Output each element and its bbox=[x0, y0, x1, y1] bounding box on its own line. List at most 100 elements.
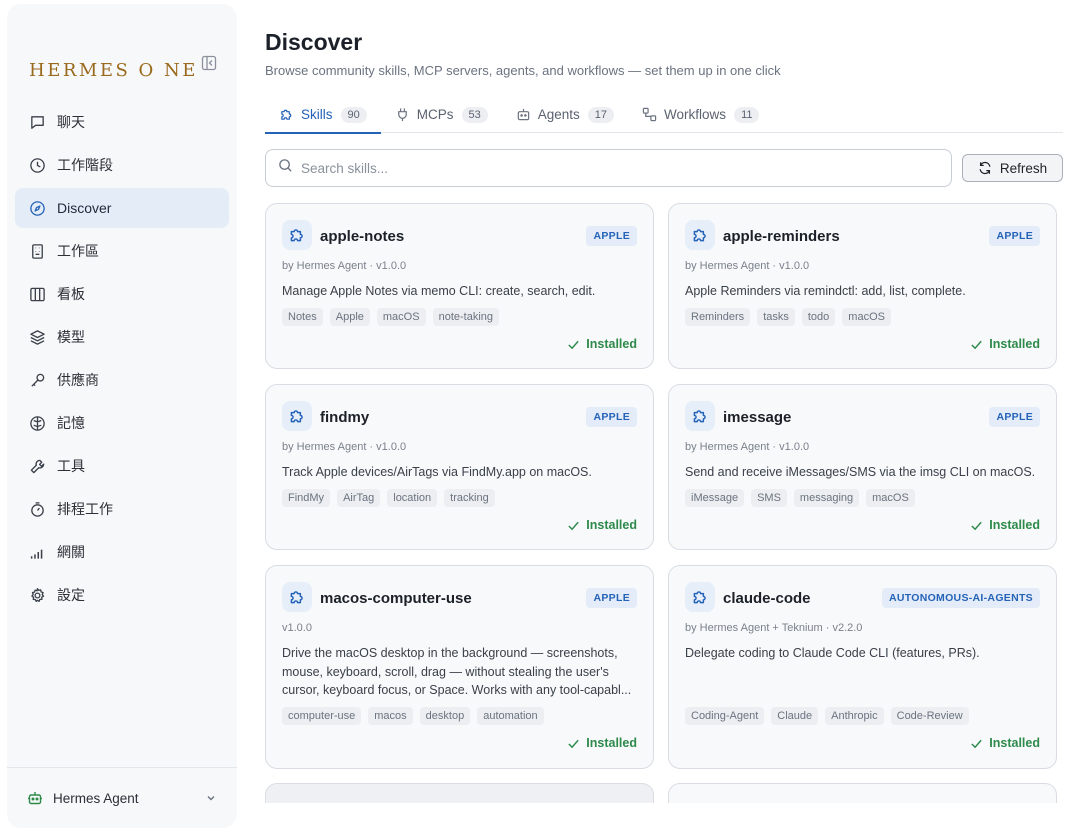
puzzle-icon bbox=[279, 107, 294, 122]
skill-description: Send and receive iMessages/SMS via the i… bbox=[685, 465, 1036, 479]
check-icon bbox=[971, 340, 982, 349]
skill-card-apple-reminders[interactable]: apple-reminders APPLE by Hermes Agent · … bbox=[668, 203, 1057, 369]
page-title: Discover bbox=[265, 29, 363, 55]
robot-icon bbox=[27, 790, 43, 806]
skill-meta: by Hermes Agent · v1.0.0 bbox=[282, 260, 407, 272]
tag: Anthropic bbox=[825, 707, 884, 725]
refresh-label: Refresh bbox=[999, 160, 1048, 176]
tab-agents[interactable]: Agents 17 bbox=[502, 96, 628, 133]
sidebar-item-label: 工具 bbox=[57, 458, 85, 474]
skill-card-apple-notes[interactable]: apple-notes APPLE by Hermes Agent · v1.0… bbox=[265, 203, 654, 369]
sidebar-item-kanban[interactable]: 看板 bbox=[15, 274, 229, 314]
check-icon bbox=[971, 739, 982, 748]
skill-card-findmy[interactable]: findmy APPLE by Hermes Agent · v1.0.0 Tr… bbox=[265, 384, 654, 550]
installed-status: Installed bbox=[567, 518, 637, 532]
installed-status: Installed bbox=[970, 736, 1040, 750]
sidebar-item-sessions[interactable]: 工作階段 bbox=[15, 145, 229, 185]
skill-card-imessage[interactable]: imessage APPLE by Hermes Agent · v1.0.0 … bbox=[668, 384, 1057, 550]
sidebar-item-workspace[interactable]: 工作區 bbox=[15, 231, 229, 271]
tab-workflows[interactable]: Workflows 11 bbox=[628, 96, 773, 133]
kanban-icon bbox=[28, 285, 46, 303]
chat-icon bbox=[28, 113, 46, 131]
puzzle-icon bbox=[685, 582, 715, 612]
puzzle-icon bbox=[282, 220, 312, 250]
skill-card[interactable] bbox=[668, 783, 1057, 803]
gear-icon bbox=[28, 586, 46, 604]
sidebar-item-scheduled-jobs[interactable]: 排程工作 bbox=[15, 489, 229, 529]
tag: Reminders bbox=[685, 308, 751, 326]
installed-status: Installed bbox=[567, 736, 637, 750]
tag: automation bbox=[477, 707, 544, 725]
collapse-sidebar-icon[interactable] bbox=[201, 55, 217, 71]
skill-name: imessage bbox=[723, 409, 792, 426]
tag: SMS bbox=[751, 489, 787, 507]
installed-status: Installed bbox=[970, 518, 1040, 532]
sidebar-item-label: 聊天 bbox=[57, 114, 85, 130]
sidebar-item-discover[interactable]: Discover bbox=[15, 188, 229, 228]
tab-count: 90 bbox=[340, 106, 367, 123]
sidebar-item-models[interactable]: 模型 bbox=[15, 317, 229, 357]
installed-status: Installed bbox=[567, 337, 637, 351]
tag: computer-use bbox=[282, 707, 362, 725]
plug-icon bbox=[395, 107, 410, 122]
tag: messaging bbox=[793, 489, 860, 507]
app-logo: HERMES O NE bbox=[29, 60, 198, 81]
puzzle-icon bbox=[685, 220, 715, 250]
skill-meta: by Hermes Agent · v1.0.0 bbox=[282, 441, 407, 453]
skill-meta: by Hermes Agent · v1.0.0 bbox=[685, 441, 810, 453]
status-label: Installed bbox=[586, 518, 637, 532]
status-label: Installed bbox=[989, 518, 1040, 532]
puzzle-icon bbox=[685, 401, 715, 431]
skills-grid: apple-notes APPLE by Hermes Agent · v1.0… bbox=[265, 203, 1063, 803]
sidebar-item-gateway[interactable]: 網關 bbox=[15, 532, 229, 572]
sidebar-item-chat[interactable]: 聊天 bbox=[15, 102, 229, 142]
sidebar-item-label: Discover bbox=[57, 200, 112, 216]
sidebar-item-memory[interactable]: 記憶 bbox=[15, 403, 229, 443]
skill-card-macos-computer-use[interactable]: macos-computer-use APPLE v1.0.0 Drive th… bbox=[265, 565, 654, 769]
category-tabs: Skills 90 MCPs 53 Agents 17 Workflows 11 bbox=[265, 96, 1063, 134]
tag: AirTag bbox=[337, 489, 381, 507]
search-icon bbox=[278, 158, 293, 178]
tag: macOS bbox=[842, 308, 891, 326]
skill-name: apple-reminders bbox=[723, 228, 840, 245]
tag-list: computer-use macos desktop automation bbox=[282, 707, 551, 725]
tag: Coding-Agent bbox=[685, 707, 765, 725]
tag-list: Coding-Agent Claude Anthropic Code-Revie… bbox=[685, 707, 976, 725]
skill-card[interactable] bbox=[265, 783, 654, 803]
skill-card-claude-code[interactable]: claude-code AUTONOMOUS-AI-AGENTS by Herm… bbox=[668, 565, 1057, 769]
skill-description: Apple Reminders via remindctl: add, list… bbox=[685, 284, 966, 298]
tag: todo bbox=[801, 308, 836, 326]
category-badge: APPLE bbox=[586, 407, 637, 427]
category-badge: APPLE bbox=[989, 407, 1040, 427]
check-icon bbox=[971, 521, 982, 530]
sidebar-item-label: 工作階段 bbox=[57, 157, 113, 173]
tab-count: 11 bbox=[734, 106, 760, 123]
search-input[interactable] bbox=[301, 160, 901, 176]
check-icon bbox=[568, 521, 579, 530]
category-badge: APPLE bbox=[989, 226, 1040, 246]
tag: Code-Review bbox=[890, 707, 969, 725]
skill-description: Track Apple devices/AirTags via FindMy.a… bbox=[282, 465, 592, 479]
tag: Apple bbox=[329, 308, 370, 326]
tag: FindMy bbox=[282, 489, 331, 507]
refresh-button[interactable]: Refresh bbox=[962, 154, 1063, 182]
timer-icon bbox=[28, 500, 46, 518]
tab-mcps[interactable]: MCPs 53 bbox=[381, 96, 502, 133]
skill-meta: v1.0.0 bbox=[282, 622, 312, 634]
sidebar: HERMES O NE 聊天 工作階段 Discover 工作區 看板 模型 供… bbox=[7, 4, 237, 828]
main-content: Discover Browse community skills, MCP se… bbox=[265, 0, 1063, 838]
sidebar-item-label: 模型 bbox=[57, 329, 85, 345]
refresh-icon bbox=[978, 161, 992, 175]
skill-meta: by Hermes Agent + Teknium · v2.2.0 bbox=[685, 622, 863, 634]
tag: Notes bbox=[282, 308, 323, 326]
sidebar-item-label: 設定 bbox=[57, 587, 85, 603]
sidebar-item-label: 看板 bbox=[57, 286, 85, 302]
sidebar-item-providers[interactable]: 供應商 bbox=[15, 360, 229, 400]
tab-skills[interactable]: Skills 90 bbox=[265, 96, 381, 134]
skill-description: Manage Apple Notes via memo CLI: create,… bbox=[282, 284, 596, 298]
sidebar-item-settings[interactable]: 設定 bbox=[15, 575, 229, 615]
tag: note-taking bbox=[432, 308, 500, 326]
status-label: Installed bbox=[989, 337, 1040, 351]
agent-switcher[interactable]: Hermes Agent bbox=[7, 767, 237, 828]
sidebar-item-tools[interactable]: 工具 bbox=[15, 446, 229, 486]
